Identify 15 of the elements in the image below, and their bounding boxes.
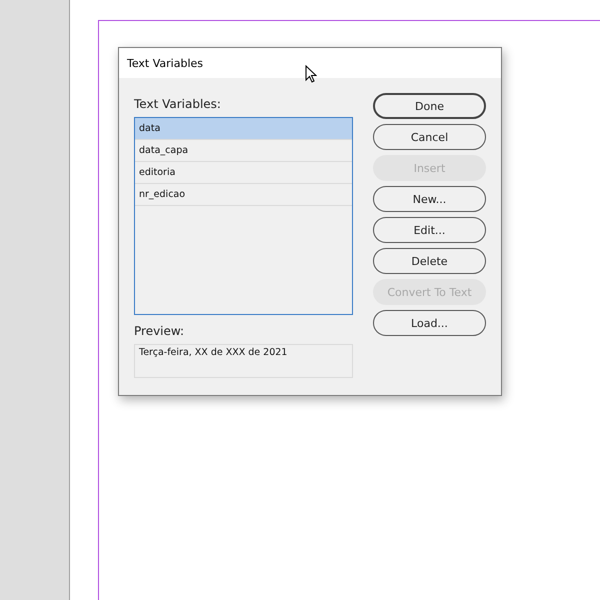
window-title: Text Variables — [127, 56, 204, 70]
dialog-button[interactable]: Load... — [373, 310, 486, 336]
list-item[interactable]: data — [135, 118, 352, 140]
variable-list[interactable]: data data_capa editoria nr_edicao — [134, 117, 353, 315]
dialog-button[interactable]: New... — [373, 186, 486, 212]
list-label: Text Variables: — [134, 97, 222, 111]
dialog-button[interactable]: Edit... — [373, 217, 486, 243]
list-item[interactable]: editoria — [135, 162, 352, 184]
preview-field: Terça-feira, XX de XXX de 2021 — [134, 344, 353, 378]
dialog-button[interactable]: Cancel — [373, 124, 486, 150]
dialog-button[interactable]: Delete — [373, 248, 486, 274]
dialog-button[interactable]: Done — [373, 93, 486, 119]
list-item[interactable]: data_capa — [135, 140, 352, 162]
list-item[interactable]: nr_edicao — [135, 184, 352, 206]
preview-label: Preview: — [134, 324, 186, 338]
